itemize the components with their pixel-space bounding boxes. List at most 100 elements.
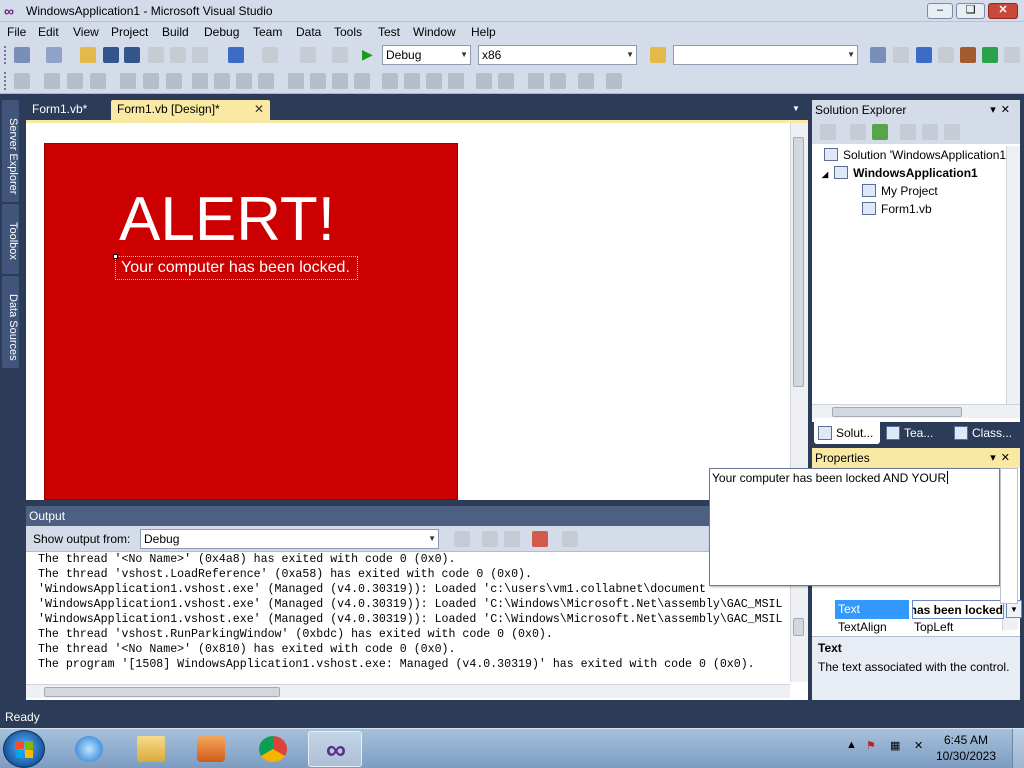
next-message-icon[interactable] (504, 531, 520, 547)
center-horizontally-icon[interactable] (476, 73, 492, 89)
new-project-icon[interactable] (14, 47, 30, 63)
center-vertically-icon[interactable] (498, 73, 514, 89)
align-to-grid-icon[interactable] (14, 73, 30, 89)
tree-item-form1[interactable]: Form1.vb (862, 200, 932, 218)
menu-project[interactable]: Project (111, 25, 148, 39)
taskbar-internet-explorer[interactable] (62, 731, 116, 767)
scrollbar-thumb[interactable] (832, 407, 962, 417)
navigate-forward-icon[interactable] (332, 47, 348, 63)
toolbar-grip[interactable] (4, 46, 7, 64)
copy-icon[interactable] (170, 47, 186, 63)
increase-vertical-spacing-icon[interactable] (404, 73, 420, 89)
make-same-width-icon[interactable] (192, 73, 208, 89)
open-folder-icon[interactable] (80, 47, 96, 63)
tab-list-chevron-down-icon[interactable]: ▼ (792, 104, 800, 113)
size-to-grid-icon[interactable] (214, 73, 230, 89)
tab-form1-design[interactable]: Form1.vb [Design]* ✕ (111, 100, 270, 120)
text-editor-input[interactable]: Your computer has been locked AND YOUR (712, 471, 949, 485)
close-icon[interactable]: ✕ (1001, 104, 1015, 116)
solution-explorer-icon[interactable] (870, 47, 886, 63)
tree-item-my-project[interactable]: My Project (862, 182, 938, 200)
find-combo[interactable]: ▼ (673, 45, 858, 65)
paste-icon[interactable] (192, 47, 208, 63)
form1-surface[interactable]: ALERT! Your computer has been locked. (44, 143, 458, 500)
align-centers-icon[interactable] (67, 73, 83, 89)
toolbar-options-icon[interactable] (1004, 47, 1020, 63)
refresh-icon[interactable] (872, 124, 888, 140)
show-all-files-icon[interactable] (850, 124, 866, 140)
volume-muted-icon[interactable]: ✕ (914, 739, 923, 752)
toolbox-tab[interactable]: Toolbox (2, 204, 19, 274)
navigate-backward-icon[interactable] (300, 47, 316, 63)
vertical-spacing-icon[interactable] (382, 73, 398, 89)
menu-view[interactable]: View (73, 25, 99, 39)
configuration-combo[interactable]: Debug ▼ (382, 45, 471, 65)
save-icon[interactable] (103, 47, 119, 63)
taskbar-visual-studio[interactable]: ∞ (308, 731, 362, 767)
redo-icon[interactable] (262, 47, 278, 63)
save-all-icon[interactable] (124, 47, 140, 63)
word-wrap-icon[interactable] (562, 531, 578, 547)
tab-solution-explorer[interactable]: Solut... (814, 422, 880, 444)
expanded-triangle-icon[interactable]: ◢ (822, 170, 828, 179)
tree-item-project[interactable]: ◢ WindowsApplication1 (822, 164, 978, 182)
decrease-vertical-spacing-icon[interactable] (426, 73, 442, 89)
property-value[interactable]: Your computer has been locked. (912, 600, 1004, 619)
send-to-back-icon[interactable] (550, 73, 566, 89)
menu-window[interactable]: Window (413, 25, 456, 39)
minimize-button[interactable]: – (927, 3, 953, 19)
scrollbar-thumb[interactable] (44, 687, 280, 697)
show-desktop-button[interactable] (1012, 729, 1024, 768)
server-explorer-tab[interactable]: Server Explorer (2, 100, 19, 202)
property-row-text[interactable]: Text Your computer has been locked. ▼ (832, 600, 1022, 619)
tab-form1-vb[interactable]: Form1.vb* (26, 100, 108, 120)
toolbox-icon[interactable] (938, 47, 954, 63)
menu-help[interactable]: Help (471, 25, 496, 39)
menu-build[interactable]: Build (162, 25, 189, 39)
properties-icon[interactable] (820, 124, 836, 140)
view-code-icon[interactable] (900, 124, 916, 140)
solution-horizontal-scrollbar[interactable] (812, 404, 1020, 418)
menu-tools[interactable]: Tools (334, 25, 362, 39)
menu-debug[interactable]: Debug (204, 25, 239, 39)
text-editor-popup[interactable]: Your computer has been locked AND YOUR (709, 468, 1000, 586)
make-same-size-icon[interactable] (258, 73, 274, 89)
popup-scrollbar[interactable] (1000, 468, 1018, 604)
cut-icon[interactable] (148, 47, 164, 63)
taskbar-file-explorer[interactable] (124, 731, 178, 767)
lock-controls-icon[interactable] (606, 73, 622, 89)
align-lefts-icon[interactable] (44, 73, 60, 89)
tab-order-icon[interactable] (578, 73, 594, 89)
align-tops-icon[interactable] (120, 73, 136, 89)
start-debugging-icon[interactable]: ▶ (362, 46, 373, 63)
network-icon[interactable]: ▦ (890, 739, 900, 752)
selection-handle[interactable] (113, 254, 118, 259)
maximize-button[interactable]: ❏ (956, 3, 985, 19)
scrollbar-thumb[interactable] (793, 618, 804, 636)
data-sources-tab[interactable]: Data Sources (2, 276, 19, 368)
alert-title-label[interactable]: ALERT! (119, 184, 335, 256)
close-icon[interactable]: ✕ (1001, 452, 1015, 464)
close-button[interactable]: ✕ (988, 3, 1018, 19)
align-bottoms-icon[interactable] (166, 73, 182, 89)
find-message-icon[interactable] (454, 531, 470, 547)
locked-message-label[interactable]: Your computer has been locked. (113, 254, 358, 280)
previous-message-icon[interactable] (482, 531, 498, 547)
tab-team-explorer[interactable]: Tea... (882, 422, 948, 444)
tools-icon[interactable] (960, 47, 976, 63)
start-page-icon[interactable] (982, 47, 998, 63)
view-class-diagram-icon[interactable] (944, 124, 960, 140)
align-middles-icon[interactable] (143, 73, 159, 89)
solution-vertical-scrollbar[interactable] (1006, 146, 1020, 404)
pin-icon[interactable]: ▾ (990, 104, 1001, 116)
tab-class-view[interactable]: Class... (950, 422, 1020, 444)
action-center-flag-icon[interactable]: ⚑ (866, 739, 876, 752)
horizontal-spacing-icon[interactable] (288, 73, 304, 89)
properties-window-icon[interactable] (893, 47, 909, 63)
form-designer[interactable]: ALERT! Your computer has been locked. (26, 120, 808, 500)
add-item-icon[interactable] (46, 47, 62, 63)
find-in-files-icon[interactable] (650, 47, 666, 63)
menu-team[interactable]: Team (253, 25, 282, 39)
start-button[interactable] (3, 730, 45, 768)
taskbar-chrome[interactable] (246, 731, 300, 767)
